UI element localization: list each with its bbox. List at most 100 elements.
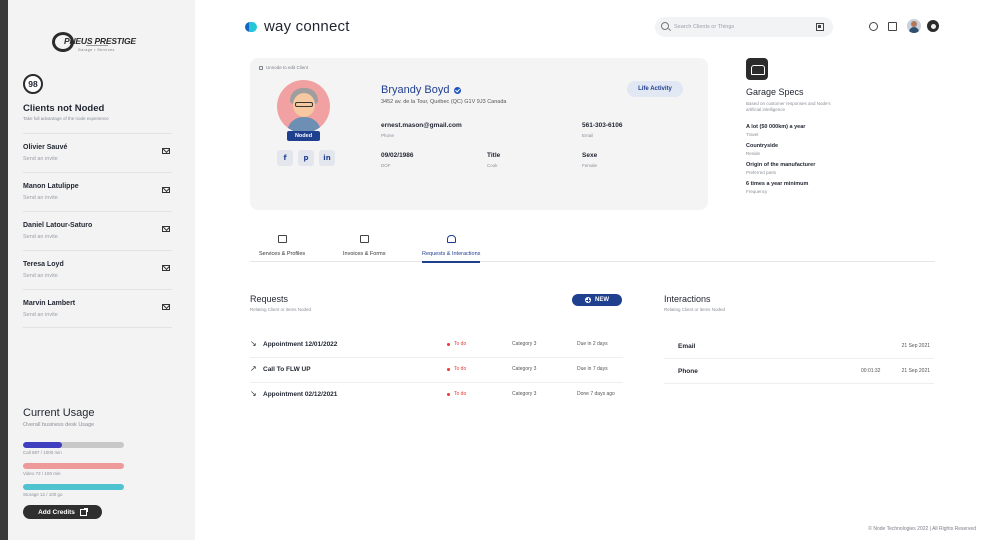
call-usage-label: Call 587 / 1000 min (23, 450, 62, 455)
call-usage-fill (23, 442, 63, 448)
client-name: Manon Latulippe (23, 183, 79, 190)
spec-value: Countryside (746, 143, 779, 149)
folder-icon (277, 235, 287, 243)
mail-icon[interactable] (162, 148, 170, 154)
spec-value: Origin of the manufacturer (746, 162, 816, 168)
interaction-duration: 00:01:32 (861, 368, 881, 374)
storage-usage-label: Storage 12 / 100 go (23, 492, 63, 497)
spec-label: Preferred parts (746, 170, 777, 175)
verified-icon (454, 86, 462, 94)
storage-usage-fill (23, 484, 124, 490)
spec-label: Reside (746, 151, 761, 156)
send-invite-link[interactable]: Send an invite (23, 273, 58, 279)
client-item[interactable]: Manon Latulippe Send an invite (23, 172, 172, 211)
pinterest-icon[interactable]: p (298, 150, 314, 166)
spec-label: Travel (746, 132, 759, 137)
qr-code-icon[interactable] (816, 23, 824, 31)
client-item[interactable]: Teresa Loyd Send an invite (23, 250, 172, 289)
interaction-type: Phone (678, 368, 698, 375)
tab-invoices-forms[interactable]: Invoices & Forms (343, 232, 385, 262)
list-icon (359, 235, 369, 243)
client-item[interactable]: Olivier Sauvé Send an invite (23, 133, 172, 172)
mail-icon[interactable] (162, 265, 170, 271)
request-due: Due in 7 days (577, 366, 608, 372)
facebook-icon[interactable]: f (277, 150, 293, 166)
request-title: Appointment 02/12/2021 (263, 391, 338, 398)
request-category: Category 3 (512, 366, 537, 372)
garage-specs-subtitle: Based on customer responses and Node's a… (746, 101, 831, 112)
client-address: 3452 av. de la Tour, Québec (QC) G1V 9J3… (381, 99, 507, 105)
client-name-heading: Bryandy Boyd (381, 84, 462, 96)
notes-icon[interactable] (888, 22, 897, 31)
call-usage-bar (23, 442, 124, 448)
car-icon (446, 235, 456, 243)
chat-icon[interactable] (869, 22, 878, 31)
request-row[interactable]: ↗ Call To FLW UP To do Category 3 Due in… (250, 358, 623, 383)
interaction-row[interactable]: Phone 00:01:32 21 Sep 2021 (664, 359, 934, 384)
client-item[interactable]: Daniel Latour-Saturo Send an invite (23, 211, 172, 250)
send-invite-link[interactable]: Send an invite (23, 234, 58, 240)
client-phone-value: 561-303-6106 (582, 122, 623, 129)
client-profile-card: Unnode to edit Client Noded f p in Bryan… (250, 58, 708, 210)
new-button-label: NEW (595, 297, 609, 303)
node-score-badge: 98 (23, 74, 43, 94)
life-activity-button[interactable]: Life Activity (627, 81, 683, 97)
add-credits-button[interactable]: Add Credits (23, 505, 102, 519)
interaction-type: Email (678, 343, 696, 350)
video-usage-bar (23, 463, 124, 469)
linkedin-icon[interactable]: in (319, 150, 335, 166)
app-logo[interactable]: way connect (245, 18, 350, 35)
send-invite-link[interactable]: Send an invite (23, 156, 58, 162)
garage-specs-title: Garage Specs (746, 87, 804, 97)
search-bar[interactable] (655, 17, 833, 37)
requests-subtitle: Relating Client or items Noded (250, 307, 312, 312)
plus-icon (585, 297, 591, 303)
spec-value: 6 times a year minimum (746, 181, 809, 187)
client-full-name: Bryandy Boyd (381, 84, 450, 96)
request-category: Category 3 (512, 341, 537, 347)
requests-title: Requests (250, 294, 289, 304)
arrow-up-right-icon: ↗ (250, 364, 257, 373)
interaction-date: 21 Sep 2021 (901, 343, 930, 349)
arrow-down-right-icon: ↘ (250, 339, 257, 348)
tab-label: Services & Profiles (259, 251, 306, 257)
request-row[interactable]: ↘ Appointment 02/12/2021 To do Category … (250, 383, 623, 408)
request-row[interactable]: ↘ Appointment 12/01/2022 To do Category … (250, 333, 623, 358)
send-invite-link[interactable]: Send an invite (23, 195, 58, 201)
settings-icon[interactable] (927, 20, 939, 32)
client-item[interactable]: Marvin Lambert Send an invite (23, 289, 172, 328)
add-credits-label: Add Credits (38, 508, 75, 516)
mail-icon[interactable] (162, 226, 170, 232)
arrow-down-right-icon: ↘ (250, 389, 257, 398)
search-input[interactable] (674, 21, 804, 33)
video-usage-fill (23, 463, 124, 469)
send-invite-link[interactable]: Send an invite (23, 312, 58, 318)
user-avatar[interactable] (907, 19, 921, 33)
status-dot (447, 393, 450, 396)
client-email-label: Phone (381, 133, 395, 138)
client-avatar (277, 80, 330, 133)
mail-icon[interactable] (162, 304, 170, 310)
client-title-value: Title (487, 152, 501, 159)
client-name: Teresa Loyd (23, 261, 64, 268)
request-due: Done 7 days ago (577, 391, 615, 397)
brand-logo: PNEUS PRESTIGE Garage • Services (52, 30, 152, 58)
unnode-link[interactable]: Unnode to edit Client (259, 65, 308, 70)
new-request-button[interactable]: NEW (572, 294, 622, 306)
mail-icon[interactable] (162, 187, 170, 193)
client-email-value: ernest.mason@gmail.com (381, 122, 462, 129)
footer-copyright: © Node Technologies 2022 | All Rights Re… (868, 526, 976, 532)
interaction-row[interactable]: Email 21 Sep 2021 (664, 334, 934, 359)
tab-services-profiles[interactable]: Services & Profiles (259, 232, 305, 262)
app-name: way connect (264, 18, 350, 35)
tab-label: Requests & Interactions (422, 251, 481, 257)
request-due: Due in 2 days (577, 341, 608, 347)
client-dob-label: DOF (381, 163, 391, 168)
way-connect-logo-icon (245, 21, 258, 33)
client-sex-value: Sexe (582, 152, 598, 159)
clients-not-noded-subtitle: Take full advantage of the node experien… (23, 116, 109, 121)
noded-badge: Noded (287, 131, 320, 141)
tab-requests-interactions[interactable]: Requests & Interactions (422, 232, 481, 263)
brand-tagline: Garage • Services (78, 48, 115, 52)
request-category: Category 3 (512, 391, 537, 397)
